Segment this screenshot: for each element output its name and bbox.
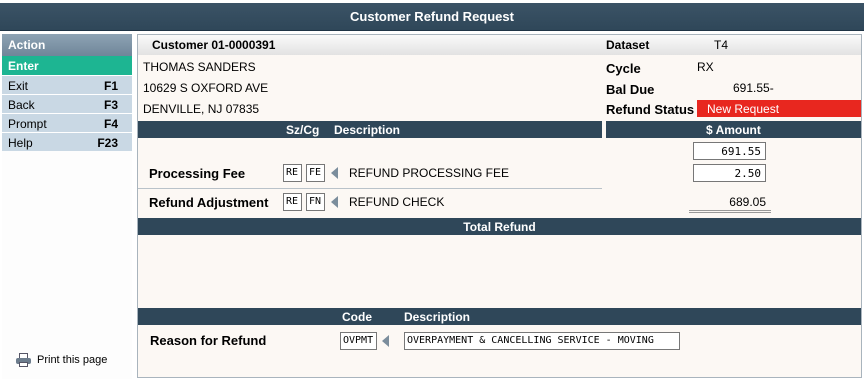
amount-field-1[interactable]: 691.55: [693, 142, 766, 160]
print-label: Print this page: [37, 354, 108, 366]
row-divider: [138, 188, 602, 189]
action-label: Exit: [8, 79, 29, 93]
col-amount: $ Amount: [706, 123, 761, 137]
table-header: Sz/Cg Description: [138, 121, 602, 138]
enter-label: Enter: [8, 59, 39, 73]
sz-code-field[interactable]: RE: [283, 193, 302, 211]
enter-action[interactable]: Enter: [2, 56, 132, 75]
reason-header: Code Description: [138, 308, 861, 325]
customer-name: THOMAS SANDERS: [143, 60, 256, 74]
window-title: Customer Refund Request: [350, 9, 514, 24]
row-description: REFUND PROCESSING FEE: [349, 166, 510, 180]
action-key: F23: [97, 136, 118, 150]
prompt-arrow-icon[interactable]: [382, 335, 389, 347]
processing-fee-label: Processing Fee: [149, 166, 246, 181]
cycle-label: Cycle: [606, 61, 641, 76]
refund-status-label: Refund Status: [606, 102, 695, 117]
col-description: Description: [334, 123, 401, 137]
col-szcg: Sz/Cg: [286, 123, 320, 137]
prompt-arrow-icon[interactable]: [331, 196, 338, 208]
cycle-value: RX: [697, 60, 714, 74]
amount-readonly: 689.05: [729, 195, 766, 209]
row-description: REFUND CHECK: [349, 195, 445, 209]
customer-address-1: 10629 S OXFORD AVE: [143, 81, 269, 95]
print-page-link[interactable]: Print this page: [16, 353, 107, 367]
action-key: F4: [103, 117, 118, 131]
total-refund-header: Total Refund: [138, 218, 861, 235]
action-key: F3: [103, 98, 118, 112]
prompt-arrow-icon[interactable]: [331, 167, 338, 179]
cg-code-field[interactable]: FN: [306, 193, 325, 211]
dataset-label: Dataset: [606, 38, 650, 52]
dataset-header: Dataset T4: [600, 35, 861, 55]
title-bar: Customer Refund Request: [0, 0, 864, 31]
customer-address-2: DENVILLE, NJ 07835: [143, 102, 260, 116]
action-label: Prompt: [8, 117, 47, 131]
action-label: Back: [8, 98, 35, 112]
col-code: Code: [342, 310, 372, 324]
action-header: Action: [2, 34, 132, 56]
customer-header: Customer 01-0000391: [138, 35, 600, 55]
prompt-action[interactable]: Prompt F4: [2, 113, 132, 132]
printer-icon: [16, 353, 31, 367]
action-key: F1: [103, 79, 118, 93]
back-action[interactable]: Back F3: [2, 94, 132, 113]
exit-action[interactable]: Exit F1: [2, 75, 132, 94]
amount-header: $ Amount: [606, 121, 861, 138]
dataset-value: T4: [714, 38, 729, 52]
reason-code-field[interactable]: OVPMT: [340, 332, 377, 350]
total-underline: [689, 210, 771, 213]
bal-due-value: 691.55-: [733, 81, 774, 95]
sz-code-field[interactable]: RE: [283, 164, 302, 182]
refund-status-badge: New Request: [697, 100, 861, 117]
reason-description-field[interactable]: OVERPAYMENT & CANCELLING SERVICE - MOVIN…: [404, 332, 680, 350]
total-refund-label: Total Refund: [463, 220, 536, 234]
customer-title: Customer 01-0000391: [152, 38, 276, 52]
amount-field-2[interactable]: 2.50: [693, 164, 766, 182]
help-action[interactable]: Help F23: [2, 132, 132, 151]
col-reason-description: Description: [404, 310, 471, 324]
action-label: Help: [8, 136, 33, 150]
cg-code-field[interactable]: FE: [306, 164, 325, 182]
refund-adjustment-label: Refund Adjustment: [149, 195, 269, 210]
reason-label: Reason for Refund: [150, 333, 267, 348]
action-sidebar: Action Enter Exit F1 Back F3 Prompt F4 H…: [2, 34, 132, 379]
bal-due-label: Bal Due: [606, 82, 655, 97]
